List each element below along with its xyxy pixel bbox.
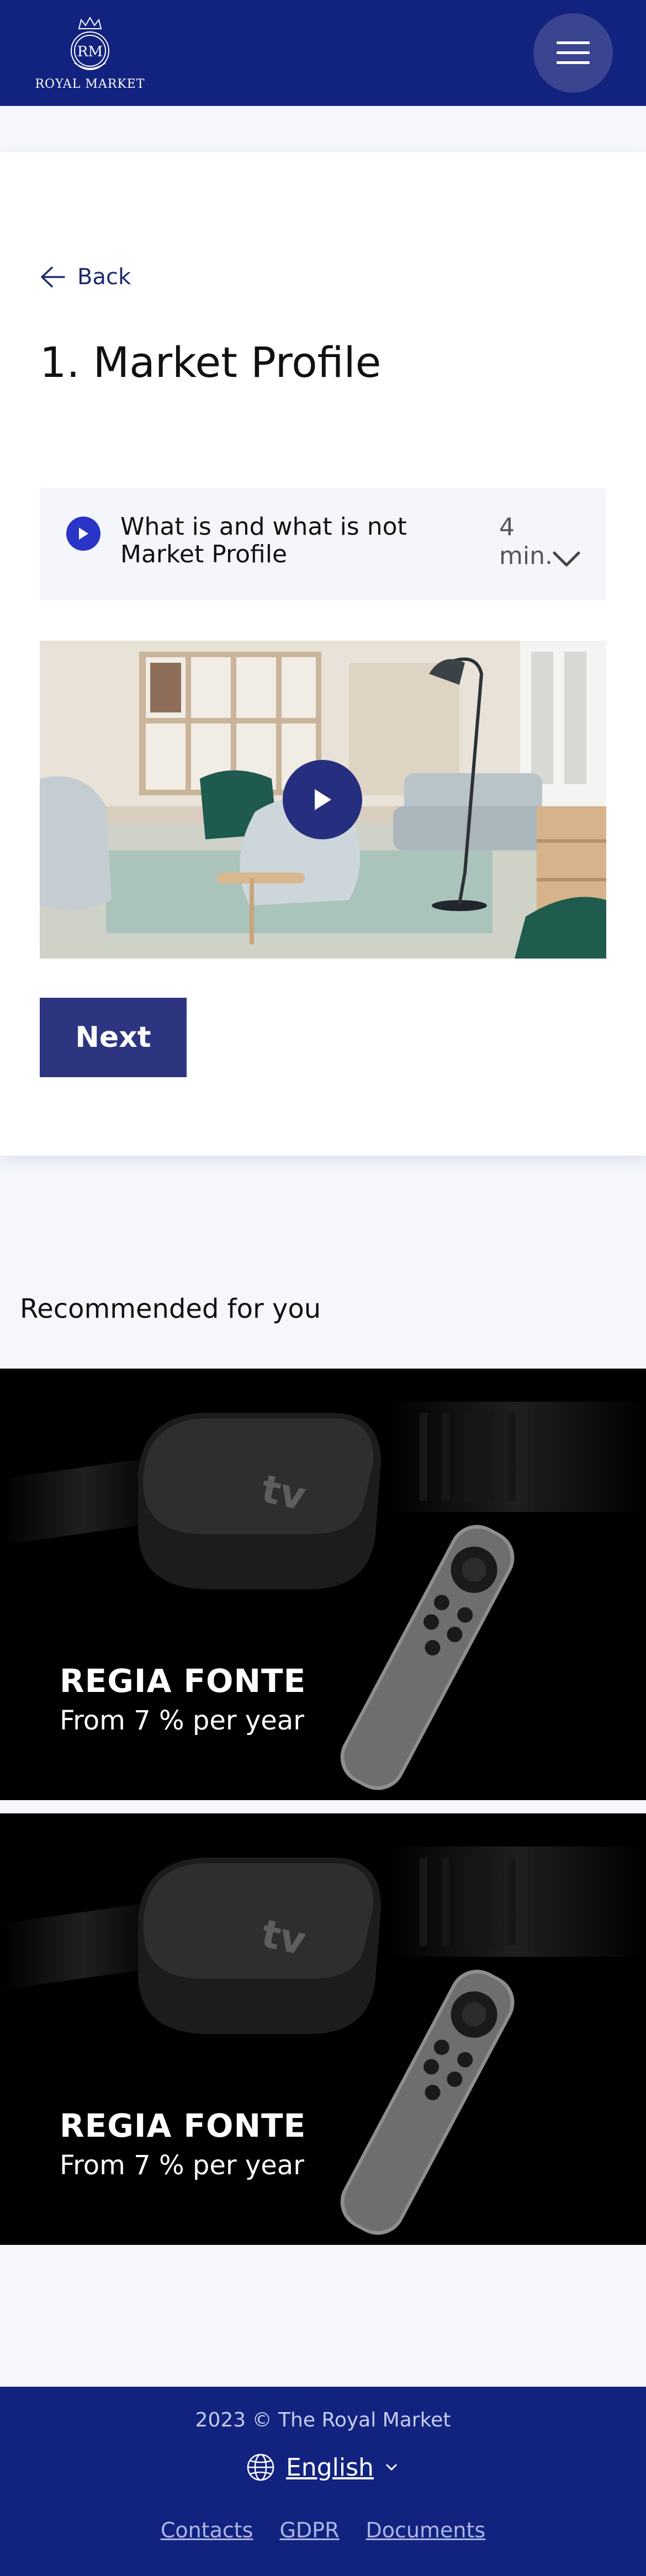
site-footer: 2023 © The Royal Market English Contacts… bbox=[0, 2387, 646, 2576]
logo-wordmark: ROYAL MARKET bbox=[35, 77, 145, 91]
globe-icon bbox=[247, 2453, 274, 2481]
next-button[interactable]: Next bbox=[40, 998, 187, 1077]
chevron-down-icon[interactable] bbox=[551, 547, 582, 570]
lesson-video[interactable] bbox=[40, 641, 606, 959]
page-title: 1. Market Profile bbox=[40, 338, 382, 387]
language-label: English bbox=[286, 2453, 374, 2482]
crest-icon: RM bbox=[71, 16, 109, 70]
video-play-button[interactable] bbox=[283, 760, 362, 839]
royal-market-logo[interactable]: RM ROYAL MARKET bbox=[32, 12, 148, 95]
lesson-item[interactable]: What is and what is not Market Profile 4… bbox=[40, 488, 606, 600]
chevron-down-icon bbox=[386, 2464, 397, 2471]
svg-text:RM: RM bbox=[77, 44, 103, 60]
menu-button[interactable] bbox=[533, 13, 613, 93]
promo-rate: From 7 % per year bbox=[60, 1705, 304, 1736]
footer-link-contacts[interactable]: Contacts bbox=[161, 2518, 253, 2542]
lesson-card: Back 1. Market Profile What is and what … bbox=[0, 152, 646, 1156]
promo-rate: From 7 % per year bbox=[60, 2150, 304, 2181]
footer-links: Contacts GDPR Documents bbox=[0, 2518, 646, 2542]
recommended-card[interactable]: tv REGIA FONTE From 7 % per year bbox=[0, 1813, 646, 2245]
hamburger-menu-icon bbox=[557, 41, 590, 64]
play-icon bbox=[315, 789, 331, 810]
promo-name: REGIA FONTE bbox=[60, 1662, 306, 1700]
promo-name: REGIA FONTE bbox=[60, 2107, 306, 2144]
recommended-title: Recommended for you bbox=[20, 1294, 321, 1324]
recommended-card[interactable]: tv REGIA FONTE From 7 % per year bbox=[0, 1369, 646, 1800]
back-label: Back bbox=[77, 264, 131, 290]
svg-text:tv: tv bbox=[257, 1466, 309, 1519]
arrow-left-icon bbox=[41, 267, 65, 288]
svg-text:tv: tv bbox=[257, 1910, 309, 1964]
language-selector[interactable]: English bbox=[246, 2451, 398, 2484]
footer-link-documents[interactable]: Documents bbox=[366, 2518, 486, 2542]
lesson-title: What is and what is not Market Profile bbox=[120, 513, 407, 568]
play-circle-icon bbox=[66, 517, 100, 551]
site-header: RM ROYAL MARKET bbox=[0, 0, 646, 106]
copyright-text: 2023 © The Royal Market bbox=[195, 2409, 451, 2431]
footer-link-gdpr[interactable]: GDPR bbox=[279, 2518, 339, 2542]
back-link[interactable]: Back bbox=[40, 264, 131, 290]
